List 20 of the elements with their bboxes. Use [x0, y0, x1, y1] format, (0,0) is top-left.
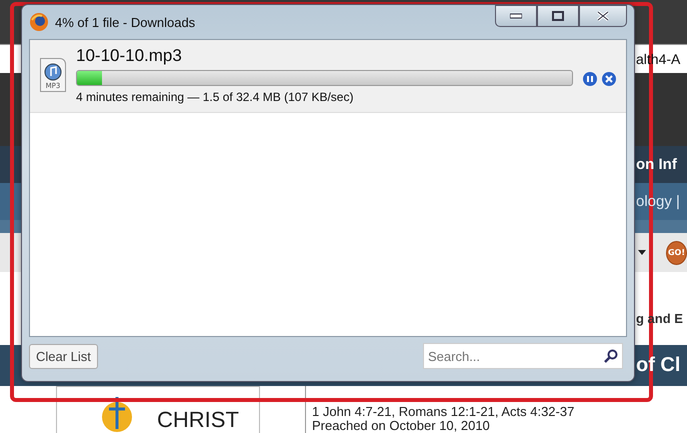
logo-text: CHRIST — [157, 406, 239, 433]
download-status: 4 minutes remaining — 1.5 of 32.4 MB (107 KB/sec) — [76, 90, 354, 104]
go-button[interactable]: GO! — [666, 240, 687, 265]
close-button[interactable] — [579, 5, 627, 27]
music-disc-icon — [43, 62, 63, 82]
pause-icon[interactable] — [583, 72, 597, 86]
window-title: 4% of 1 file - Downloads — [55, 14, 196, 30]
clear-list-button[interactable]: Clear List — [29, 344, 98, 368]
preached-date: Preached on October 10, 2010 — [312, 418, 490, 433]
close-icon — [597, 11, 609, 21]
cancel-icon[interactable] — [602, 72, 616, 86]
maximize-button[interactable] — [537, 5, 579, 27]
search-icon[interactable] — [604, 349, 618, 363]
scripture-passage: 1 John 4:7-21, Romans 12:1-21, Acts 4:32-37 — [312, 404, 574, 419]
minimize-icon — [510, 13, 522, 19]
minimize-button[interactable] — [495, 5, 537, 27]
browser-logo-icon — [29, 12, 49, 32]
maximize-icon — [552, 11, 564, 21]
search-field[interactable]: Search... — [423, 343, 623, 369]
file-name: 10-10-10.mp3 — [76, 46, 183, 66]
